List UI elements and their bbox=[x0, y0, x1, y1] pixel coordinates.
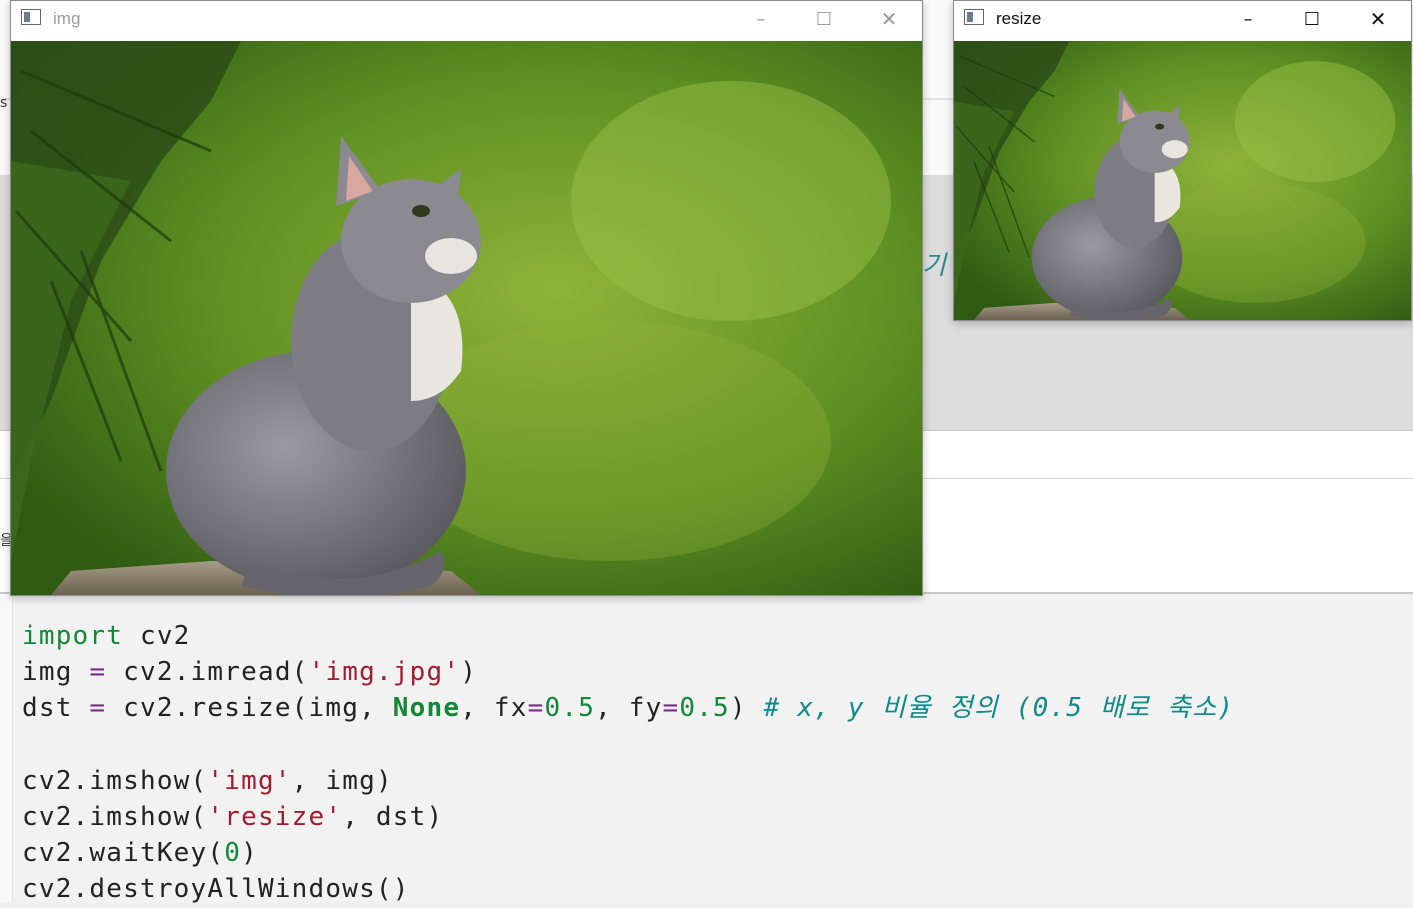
maximize-button[interactable]: ☐ bbox=[1289, 1, 1335, 37]
close-button[interactable]: ✕ bbox=[1355, 1, 1401, 37]
minimize-icon: – bbox=[1243, 8, 1253, 30]
code-line[interactable]: cv2.imshow('img', img) bbox=[22, 763, 1234, 799]
code-token: cv2.imshow( bbox=[22, 801, 208, 832]
code-token: None bbox=[392, 693, 461, 724]
code-token: cv2.resize(img, bbox=[106, 693, 393, 724]
code-token: img bbox=[22, 657, 90, 688]
code-token: , img) bbox=[291, 765, 393, 796]
editor-gutter bbox=[0, 594, 13, 902]
titlebar[interactable]: img – ☐ ✕ bbox=[11, 1, 922, 41]
code-token: 'img' bbox=[207, 765, 292, 796]
close-button[interactable]: ✕ bbox=[866, 1, 912, 37]
background-partial-text: 기 bbox=[922, 251, 946, 281]
code-line[interactable]: cv2.destroyAllWindows() bbox=[22, 871, 1234, 907]
window-title: img bbox=[53, 9, 81, 28]
image-canvas[interactable] bbox=[954, 41, 1411, 320]
code-token: ) bbox=[241, 838, 258, 869]
code-token: import bbox=[22, 621, 124, 651]
code-line[interactable]: img = cv2.imread('img.jpg') bbox=[22, 654, 1234, 690]
maximize-button[interactable]: ☐ bbox=[801, 1, 847, 37]
close-icon: ✕ bbox=[1369, 7, 1387, 31]
window-resize[interactable]: resize – ☐ ✕ bbox=[953, 0, 1412, 321]
code-token: = bbox=[89, 693, 107, 724]
background-edge-text: s bbox=[0, 95, 8, 111]
code-token: = bbox=[662, 693, 680, 724]
code-token: , fy bbox=[595, 693, 663, 724]
kitten-photo bbox=[11, 41, 922, 595]
window-app-icon bbox=[21, 9, 41, 25]
window-title: resize bbox=[996, 9, 1042, 28]
image-canvas[interactable] bbox=[11, 41, 922, 595]
close-icon: ✕ bbox=[880, 7, 898, 31]
code-line[interactable]: import cv2 bbox=[22, 618, 1234, 654]
minimize-button[interactable]: – bbox=[738, 1, 784, 37]
code-token: ) bbox=[729, 693, 764, 724]
code-line[interactable]: cv2.waitKey(0) bbox=[22, 835, 1234, 871]
code-token: # x, y 비율 정의 (0.5 배로 축소) bbox=[763, 693, 1235, 724]
code-token: 'img.jpg' bbox=[308, 657, 461, 688]
code-line[interactable]: cv2.imshow('resize', dst) bbox=[22, 799, 1234, 835]
minimize-icon: – bbox=[756, 8, 766, 30]
minimize-button[interactable]: – bbox=[1225, 1, 1271, 37]
code-token: , dst) bbox=[342, 801, 444, 832]
maximize-icon: ☐ bbox=[815, 8, 833, 30]
code-token: 'resize' bbox=[207, 801, 343, 832]
code-token: 0 bbox=[224, 838, 242, 869]
code-editor[interactable]: import cv2 img = cv2.imread('img.jpg') dst… bbox=[0, 592, 1413, 904]
code-content[interactable]: import cv2 img = cv2.imread('img.jpg') dst… bbox=[22, 618, 1234, 908]
titlebar[interactable]: resize – ☐ ✕ bbox=[954, 1, 1411, 41]
code-token: cv2.waitKey( bbox=[22, 838, 225, 869]
code-token: cv2 bbox=[123, 621, 191, 651]
code-token: cv2.imshow( bbox=[22, 765, 208, 796]
maximize-icon: ☐ bbox=[1303, 8, 1321, 30]
code-token: = bbox=[527, 693, 545, 724]
window-img[interactable]: img – ☐ ✕ bbox=[10, 0, 923, 596]
window-app-icon bbox=[964, 9, 984, 25]
code-token: 0.5 bbox=[544, 693, 596, 724]
kitten-photo-resized bbox=[954, 41, 1411, 320]
code-token: = bbox=[89, 657, 107, 688]
code-token: 0.5 bbox=[679, 693, 730, 724]
code-token: , fx bbox=[460, 693, 528, 724]
code-line[interactable]: dst = cv2.resize(img, None, fx=0.5, fy=0… bbox=[22, 690, 1234, 726]
code-line[interactable] bbox=[22, 727, 1234, 763]
code-token: cv2.imread( bbox=[106, 657, 309, 688]
code-token: ) bbox=[460, 657, 478, 688]
code-token: dst bbox=[22, 693, 90, 724]
